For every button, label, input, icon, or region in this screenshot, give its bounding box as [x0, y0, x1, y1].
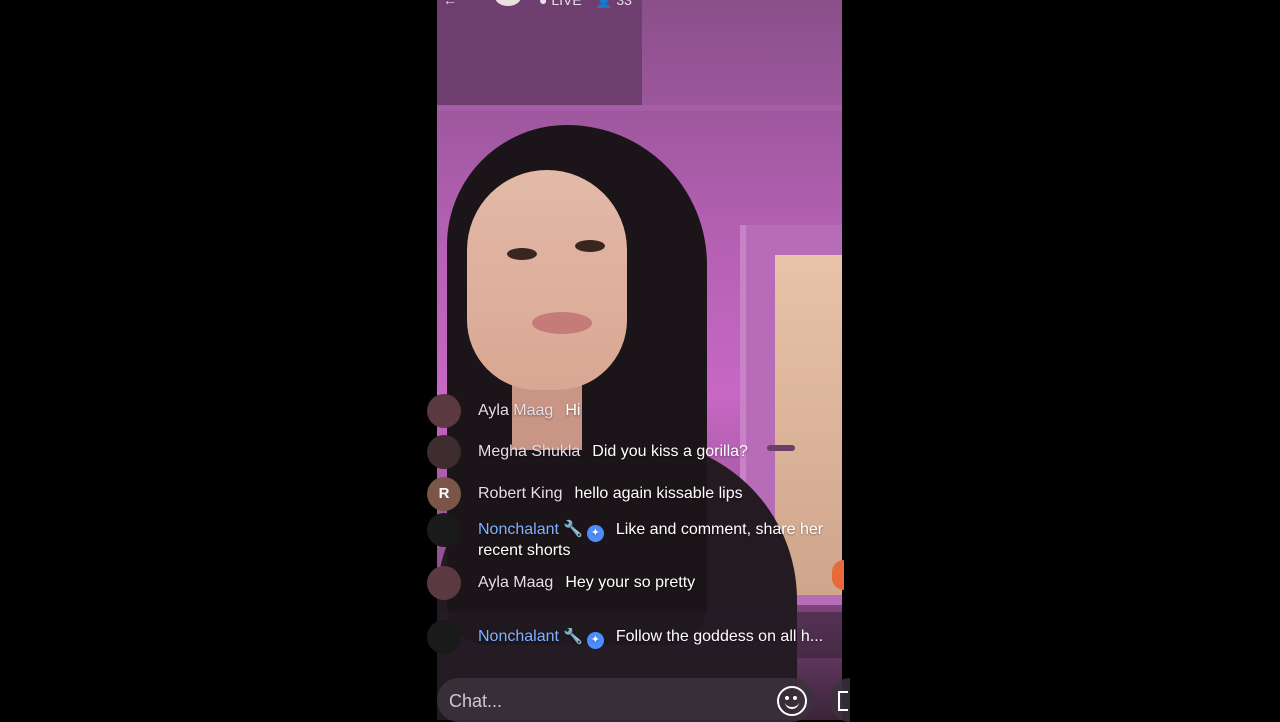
viewer-count: 👤 33: [595, 0, 632, 9]
moderator-name: Nonchalant: [478, 628, 559, 645]
back-arrow-icon[interactable]: ←: [443, 0, 457, 8]
chat-username[interactable]: Ayla Maag: [478, 574, 553, 591]
chat-username[interactable]: Megha Shukla: [478, 443, 580, 460]
wall-shadow: [437, 0, 642, 105]
live-indicator: ● LIVE: [539, 0, 582, 8]
pinned-message[interactable]: Nonchalant 🔧 ✦ Follow the goddess on all h.…: [427, 612, 842, 658]
gift-icon: [838, 691, 848, 711]
chat-username[interactable]: Ayla Maag: [478, 402, 553, 419]
streamer-face: [467, 170, 627, 390]
star-badge-icon: ✦: [586, 632, 604, 649]
wrench-icon: 🔧: [562, 628, 583, 645]
ceiling-edge: [437, 105, 842, 111]
chat-text: Ayla Maag Hi: [478, 402, 838, 420]
chat-text: Megha Shukla Did you kiss a gorilla?: [478, 443, 838, 461]
viewer-count-value: 33: [616, 0, 632, 8]
chat-body: Did you kiss a gorilla?: [592, 443, 748, 460]
chat-username[interactable]: Nonchalant 🔧 ✦: [478, 521, 604, 542]
chat-text: Ayla Maag Hey your so pretty: [478, 574, 838, 592]
chat-input-bar[interactable]: [437, 678, 813, 722]
eye: [507, 248, 537, 260]
chat-text: Nonchalant 🔧 ✦ Follow the goddess on all h.…: [478, 628, 838, 649]
chat-username[interactable]: Robert King: [478, 485, 563, 502]
star-badge-icon: ✦: [586, 525, 604, 542]
moderator-name: Nonchalant: [478, 521, 559, 538]
streamer-avatar[interactable]: [495, 0, 521, 6]
avatar[interactable]: [427, 435, 461, 469]
chat-text: Robert King hello again kissable lips: [478, 485, 838, 503]
avatar[interactable]: [427, 394, 461, 428]
wrench-icon: 🔧: [562, 521, 583, 538]
chat-text: Nonchalant 🔧 ✦ Like and comment, share her …: [478, 521, 838, 560]
chat-body: Hi: [565, 402, 581, 419]
chat-input[interactable]: [447, 687, 751, 715]
chat-body: Follow the goddess on all h...: [615, 628, 824, 645]
stream-header: ← ● LIVE 👤 33: [437, 0, 842, 12]
chat-body: hello again kissable lips: [574, 485, 743, 502]
avatar[interactable]: [427, 513, 461, 547]
avatar[interactable]: [427, 566, 461, 600]
chat-username[interactable]: Nonchalant 🔧 ✦: [478, 628, 604, 649]
emoji-icon[interactable]: [777, 686, 807, 716]
avatar[interactable]: [427, 620, 461, 654]
live-label: LIVE: [551, 0, 582, 8]
chat-body: Hey your so pretty: [565, 574, 696, 591]
eye: [575, 240, 605, 252]
lips: [532, 312, 592, 334]
avatar[interactable]: R: [427, 477, 461, 511]
reaction-button[interactable]: [832, 560, 844, 590]
